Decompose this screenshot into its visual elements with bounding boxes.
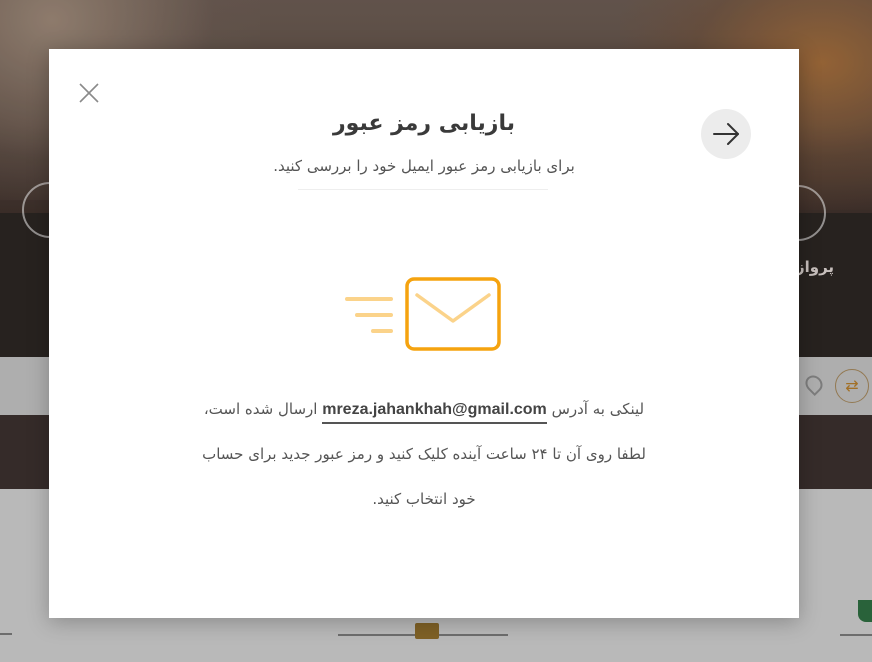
message-line-3: خود انتخاب کنید. (372, 490, 476, 508)
email-address[interactable]: mreza.jahankhah@gmail.com (322, 401, 547, 424)
divider (298, 189, 548, 190)
message-line-1: لینکی به آدرس mreza.jahankhah@gmail.com … (49, 400, 799, 424)
message-prefix: لینکی به آدرس (551, 400, 645, 418)
modal-title: بازیابی رمز عبور (333, 111, 515, 136)
envelope-sent-icon (345, 277, 501, 351)
modal-subtitle: برای بازیابی رمز عبور ایمیل خود را بررسی… (273, 157, 575, 175)
close-icon (79, 83, 99, 103)
message-suffix: ارسال شده است، (203, 400, 318, 418)
password-recovery-modal: بازیابی رمز عبور برای بازیابی رمز عبور ا… (49, 49, 799, 618)
close-button[interactable] (75, 79, 103, 107)
message-line-2: لطفا روی آن تا ۲۴ ساعت آینده کلیک کنید و… (202, 445, 646, 463)
